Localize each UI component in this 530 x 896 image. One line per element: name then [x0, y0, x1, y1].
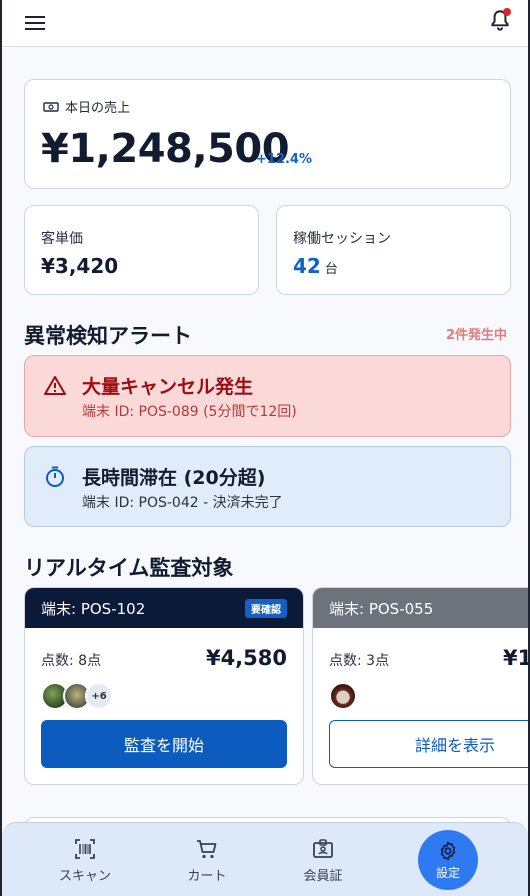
- needs-review-badge: 要確認: [245, 598, 287, 618]
- warning-icon: [44, 376, 66, 395]
- notification-bell-icon[interactable]: [487, 8, 513, 34]
- audit-title: リアルタイム監査対象: [24, 556, 234, 580]
- gear-icon: [440, 841, 456, 860]
- active-sessions-value: 42 台: [293, 254, 338, 278]
- active-sessions-label: 稼働セッション: [293, 231, 391, 247]
- sales-card: 本日の売上 ¥1,248,500 +12.4%: [24, 79, 511, 189]
- active-sessions-number: 42: [293, 254, 321, 278]
- notification-dot: [503, 8, 511, 16]
- nav-member-label: 会員証: [303, 868, 343, 884]
- order-total: ¥4,580: [205, 646, 287, 670]
- more-items-badge: +6: [85, 682, 113, 710]
- terminal-id: 端末: POS-055: [329, 599, 434, 618]
- terminal-id: 端末: POS-102: [41, 599, 146, 618]
- view-details-button[interactable]: 詳細を表示: [329, 720, 528, 768]
- item-thumbnails: [329, 682, 357, 710]
- item-count: 点数: 8点: [41, 653, 102, 669]
- nav-settings[interactable]: 設定: [403, 823, 493, 896]
- alert-title: 長時間滞在 (20分超): [82, 467, 266, 489]
- timer-icon: [46, 466, 64, 487]
- cart-icon: [197, 839, 217, 858]
- audit-card-pos-102[interactable]: 端末: POS-102 要確認 点数: 8点 ¥4,580 +6 監査を開始: [24, 587, 304, 785]
- nav-member[interactable]: 会員証: [278, 823, 368, 896]
- barcode-scan-icon: [75, 838, 95, 859]
- sales-delta: +12.4%: [256, 152, 312, 167]
- avg-spend-label: 客単価: [41, 231, 83, 247]
- alert-title: 大量キャンセル発生: [82, 376, 254, 398]
- nav-scan-label: スキャン: [58, 868, 111, 884]
- nav-scan[interactable]: スキャン: [40, 823, 130, 896]
- bottom-navigation: スキャン カート 会員証 設定: [2, 822, 528, 896]
- nav-settings-label: 設定: [435, 865, 460, 880]
- active-nav-indicator: 設定: [418, 830, 478, 890]
- sales-value: ¥1,248,500: [41, 126, 290, 172]
- sales-label: 本日の売上: [43, 97, 130, 116]
- audit-card-header: 端末: POS-102 要確認: [25, 588, 303, 628]
- alert-subtitle: 端末 ID: POS-089 (5分間で12回): [82, 404, 297, 420]
- member-card-icon: [313, 838, 333, 858]
- item-thumbnail: [329, 682, 357, 710]
- start-audit-button[interactable]: 監査を開始: [41, 720, 287, 768]
- menu-icon[interactable]: [25, 14, 47, 32]
- active-sessions-unit: 台: [324, 262, 338, 277]
- audit-card-header: 端末: POS-055: [313, 588, 528, 628]
- alert-long-stay[interactable]: 長時間滞在 (20分超) 端末 ID: POS-042 - 決済未完了: [24, 446, 511, 527]
- nav-cart-label: カート: [187, 868, 227, 884]
- active-sessions-card: 稼働セッション 42 台: [276, 205, 511, 295]
- alerts-count-badge: 2件発生中: [445, 328, 507, 343]
- avg-spend-card: 客単価 ¥3,420: [24, 205, 259, 295]
- sales-label-text: 本日の売上: [65, 101, 131, 116]
- alerts-title: 異常検知アラート: [24, 324, 192, 348]
- alert-subtitle: 端末 ID: POS-042 - 決済未完了: [82, 495, 283, 511]
- top-app-bar: [2, 0, 528, 47]
- order-total: ¥1: [503, 646, 530, 670]
- cash-icon: [43, 101, 59, 112]
- audit-card-pos-055[interactable]: 端末: POS-055 点数: 3点 ¥1 詳細を表示: [312, 587, 530, 785]
- alert-mass-cancel[interactable]: 大量キャンセル発生 端末 ID: POS-089 (5分間で12回): [24, 355, 511, 437]
- avg-spend-value: ¥3,420: [41, 254, 119, 278]
- app-frame: 本日の売上 ¥1,248,500 +12.4% 客単価 ¥3,420 稼働セッシ…: [0, 0, 530, 896]
- item-thumbnails: +6: [41, 682, 113, 710]
- nav-cart[interactable]: カート: [162, 823, 252, 896]
- item-count: 点数: 3点: [329, 653, 390, 669]
